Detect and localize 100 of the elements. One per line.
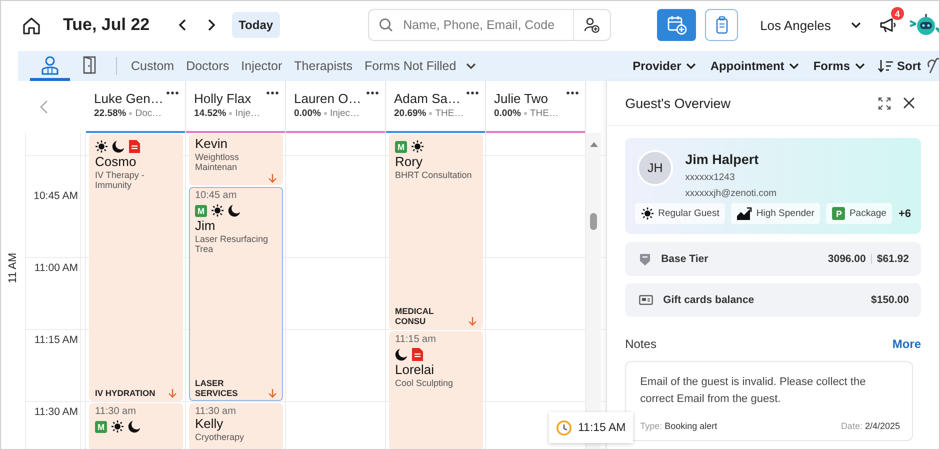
provider-name: Luke Gen…: [94, 91, 164, 106]
service-name: Cool Sculpting: [395, 379, 454, 390]
filter-dropdown[interactable]: Forms: [806, 59, 872, 73]
more-icon: [466, 91, 479, 95]
chevron-down-icon: [686, 63, 696, 69]
tag-label: High Spender: [756, 208, 814, 219]
more-options-button[interactable]: [266, 91, 279, 95]
filter-tab[interactable]: Injector: [235, 59, 288, 73]
door-icon: [83, 56, 97, 74]
chevron-left-icon: [178, 19, 186, 31]
provider-role: Inje…: [235, 108, 260, 119]
more-tags-count: +6: [898, 208, 911, 220]
more-options-button[interactable]: [366, 91, 379, 95]
sun-icon: [411, 140, 424, 153]
close-icon: [903, 97, 915, 109]
time-label: 11:30 AM: [34, 406, 78, 418]
tag-label: Package: [849, 208, 886, 219]
chevron-down-icon: [855, 63, 865, 69]
guest-name: Kevin: [195, 137, 229, 152]
provider-name: Holly Flax: [194, 91, 252, 106]
document-icon: [412, 348, 423, 361]
calendar-add-icon: [666, 15, 687, 35]
balance-label: Gift cards balance: [663, 294, 756, 306]
hour-label: 11 AM: [7, 252, 19, 283]
more-link[interactable]: More: [892, 337, 921, 351]
chevron-down-icon: [466, 63, 476, 69]
next-button[interactable]: [206, 17, 218, 33]
appointment-card[interactable]: M Rory BHRT Consultation MEDICAL CONSU: [389, 134, 483, 329]
date-title: Tue, Jul 22: [63, 15, 150, 35]
note-date: Date: 2/4/2025: [840, 421, 900, 431]
appointment-card[interactable]: 10:45 am M Jim Laser Resurfacing Trea LASER SERVICES: [189, 187, 283, 401]
guest-name: Rory: [395, 155, 424, 170]
filter-dropdown[interactable]: Appointment: [703, 59, 806, 73]
sort-button[interactable]: Sort: [872, 59, 927, 73]
gift-card-icon: [639, 295, 654, 305]
more-icon: [366, 91, 379, 95]
appointment-card[interactable]: Cosmo IV Therapy - Immunity IV HYDRATION: [89, 134, 183, 401]
member-badge: M: [95, 420, 107, 432]
appointment-time: 11:30 am: [195, 406, 237, 417]
provider-role: Doc…: [135, 108, 162, 119]
appointment-card[interactable]: 11:30 am M: [89, 403, 183, 449]
guest-avatar: JH: [637, 150, 674, 186]
more-options-button[interactable]: [166, 91, 179, 95]
balance-value: $150.00: [871, 294, 909, 306]
moon-icon: [395, 348, 408, 361]
more-icon: [166, 91, 179, 95]
device-button[interactable]: [705, 9, 738, 41]
provider-share: 20.69%: [394, 108, 426, 119]
appointment-card[interactable]: 11:30 am Kelly Cryotherapy: [189, 403, 283, 449]
new-appointment-button[interactable]: [657, 9, 696, 41]
device-icon: [714, 16, 729, 34]
filter-dropdown[interactable]: Provider: [626, 59, 704, 73]
provider-name: Adam Sa…: [394, 91, 460, 106]
service-name: Weightloss Maintenan: [195, 153, 240, 174]
provider-role: Injec…: [330, 108, 360, 119]
filter-tab[interactable]: Therapists: [288, 59, 359, 73]
announcements-button[interactable]: [878, 16, 897, 34]
appointment-time: 10:45 am: [195, 190, 238, 201]
megaphone-icon: [878, 16, 897, 34]
provider-share: 22.58%: [94, 108, 126, 119]
home-icon[interactable]: [22, 16, 41, 34]
sun-icon: [641, 207, 654, 220]
guest-email: xxxxxxjh@zenoti.com: [685, 188, 777, 199]
provider-share: 14.52%: [194, 108, 226, 119]
member-badge: M: [395, 140, 407, 152]
more-icon: [266, 91, 279, 95]
provider-name: Lauren O…: [294, 91, 362, 106]
balance-label: Base Tier: [661, 253, 710, 265]
moon-icon: [228, 204, 241, 217]
today-button[interactable]: Today: [232, 12, 280, 38]
moon-icon: [128, 420, 141, 433]
appointment-time: 11:30 am: [95, 406, 137, 417]
location-dropdown-button[interactable]: [848, 20, 863, 30]
trend-chart-icon: [737, 207, 752, 220]
more-options-button[interactable]: [466, 91, 479, 95]
provider-role: THE…: [530, 108, 558, 119]
service-name: Cryotherapy: [195, 433, 246, 444]
guest-name: Jim Halpert: [685, 152, 760, 167]
appointment-card[interactable]: 11:15 am Lorelai Cool Sculpting: [389, 331, 483, 449]
section-title: Notes: [625, 337, 656, 351]
robot-icon: [908, 12, 939, 38]
appointment-card[interactable]: Kevin Weightloss Maintenan: [189, 134, 283, 185]
service-category: LASER SERVICES: [195, 378, 239, 398]
service-category: MEDICAL CONSU: [395, 306, 435, 326]
guest-name: Lorelai: [395, 363, 436, 378]
filter-tab[interactable]: Forms Not Filled: [358, 59, 462, 73]
shield-icon: [639, 252, 652, 266]
scrollbar-thumb[interactable]: [590, 213, 597, 230]
service-name: IV Therapy - Immunity: [95, 171, 146, 192]
service-category: IV HYDRATION: [95, 388, 156, 398]
search-bar[interactable]: Name, Phone, Email, Code: [368, 9, 612, 41]
expand-icon: [878, 96, 891, 110]
filter-tab[interactable]: Custom: [125, 59, 180, 73]
filter-tab[interactable]: Doctors: [180, 59, 236, 73]
chevron-left-icon: [40, 100, 48, 114]
more-options-button[interactable]: [566, 91, 579, 95]
panel-title: Guest's Overview: [625, 96, 732, 110]
balance-value: $61.92: [876, 253, 909, 265]
clock-icon: [556, 420, 572, 436]
provider-name: Julie Two: [494, 91, 548, 106]
